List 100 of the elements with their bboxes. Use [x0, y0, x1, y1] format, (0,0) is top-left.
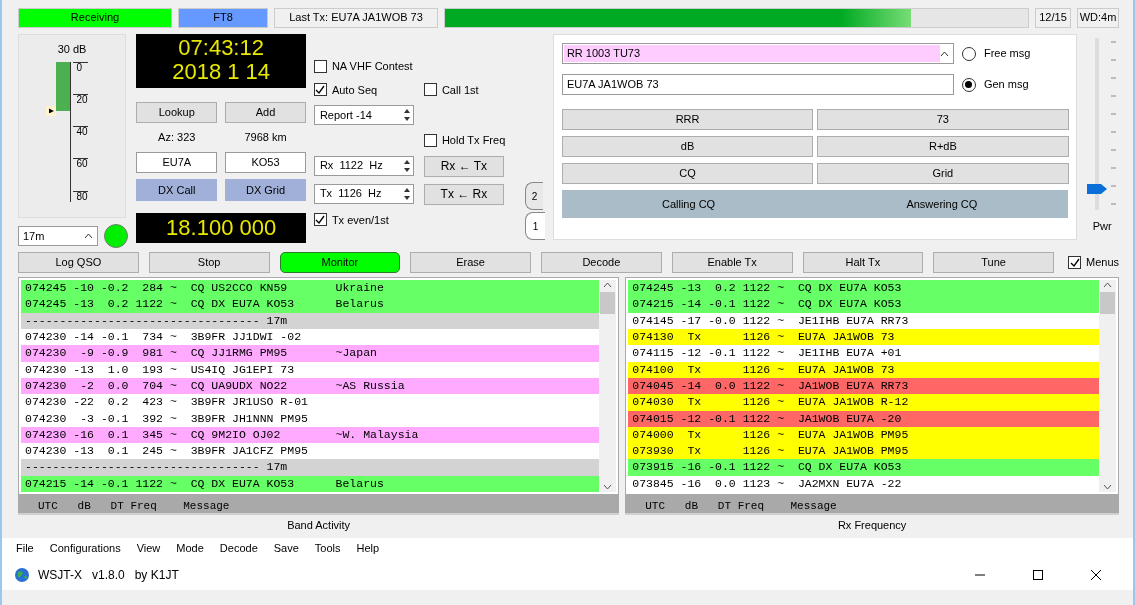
- menu-item[interactable]: Tools: [314, 540, 341, 557]
- tx-even-checkbox[interactable]: [313, 213, 327, 227]
- period-status: 12/15: [1035, 8, 1071, 28]
- message-button[interactable]: dB: [561, 136, 814, 157]
- action-button[interactable]: Enable Tx: [671, 252, 793, 273]
- last-tx-status: Last Tx: EU7A JA1WOB 73: [274, 8, 438, 28]
- report-spinbox[interactable]: Report -14: [313, 105, 414, 125]
- receiving-status: Receiving: [18, 8, 172, 28]
- mode-status: FT8: [178, 8, 268, 28]
- answering-cq-tab[interactable]: Answering CQ: [815, 195, 1069, 213]
- scrollbar-thumb[interactable]: [1100, 292, 1115, 314]
- free-msg-radio[interactable]: [961, 46, 976, 61]
- message-tab[interactable]: 1: [524, 212, 545, 240]
- close-icon[interactable]: [1090, 568, 1102, 581]
- meter-scale-label: 40: [73, 126, 88, 137]
- frequency-display: 18.100 000: [136, 212, 306, 243]
- menu-item[interactable]: Help: [356, 540, 380, 557]
- tx-even-checkbox-label: Tx even/1st: [331, 212, 389, 228]
- lookup-button[interactable]: Lookup: [136, 102, 218, 123]
- menus-checkbox-label: Menus: [1086, 255, 1120, 271]
- menu-item[interactable]: View: [136, 540, 161, 557]
- message-button[interactable]: R+dB: [817, 136, 1069, 157]
- action-button[interactable]: Decode: [541, 252, 662, 273]
- watchdog-status: WD:4m: [1077, 8, 1119, 28]
- globe-icon: [14, 566, 30, 583]
- decode-row[interactable]: 074230 -9 -0.9 981 ~ CQ JJ1RMG PM95 ~Japan: [21, 345, 600, 362]
- meter-scale-label: 0: [73, 61, 88, 73]
- add-button[interactable]: Add: [225, 102, 306, 123]
- free-msg-label: Free msg: [983, 46, 1031, 62]
- message-tab[interactable]: 2: [524, 182, 543, 210]
- decode-row[interactable]: 074245 -13 0.2 1122 ~ CQ DX EU7A KO53: [628, 280, 1099, 297]
- meter-scale-label: 20: [73, 93, 88, 105]
- decode-row[interactable]: 073930 Tx 1126 ~ EU7A JA1WOB PM95: [628, 443, 1099, 460]
- scrollbar[interactable]: [599, 280, 617, 492]
- free-msg-combo[interactable]: RR 1003 TU73: [561, 43, 954, 64]
- meter-label: 30 dB: [57, 42, 87, 57]
- message-button[interactable]: CQ: [561, 163, 814, 184]
- scroll-down-icon[interactable]: [1103, 484, 1112, 490]
- tx-from-rx-button[interactable]: Tx ← Rx: [423, 183, 504, 205]
- dx-call-field[interactable]: EU7A: [136, 151, 218, 173]
- call-first-checkbox-label: Call 1st: [441, 82, 479, 98]
- scrollbar-thumb[interactable]: [600, 292, 616, 314]
- na-vhf-contest-checkbox-label: NA VHF Contest: [331, 59, 413, 74]
- dx-grid-label: DX Grid: [225, 178, 306, 201]
- band-select[interactable]: 17m: [18, 226, 98, 246]
- distance-text: 7968 km: [243, 130, 288, 145]
- rx-from-tx-button[interactable]: Rx ← Tx: [423, 155, 504, 177]
- menu-item[interactable]: Save: [273, 540, 299, 557]
- scrollbar[interactable]: [1099, 280, 1116, 492]
- tx-frequency-spinbox[interactable]: Tx 1126 Hz: [313, 183, 414, 204]
- auto-seq-checkbox-label: Auto Seq: [331, 82, 378, 98]
- rx-frequency-spinbox[interactable]: Rx 1122 Hz: [313, 155, 414, 176]
- menu-item[interactable]: Configurations: [49, 540, 121, 557]
- decode-row[interactable]: 074215 -14 -0.1 1122 ~ CQ DX EU7A KO53: [628, 296, 1099, 313]
- column-header: UTC dB DT Freq Message: [625, 495, 1119, 515]
- hold-tx-freq-checkbox[interactable]: [423, 133, 437, 147]
- action-button[interactable]: Halt Tx: [802, 252, 924, 273]
- auto-seq-checkbox[interactable]: [313, 83, 327, 97]
- action-button[interactable]: Erase: [410, 252, 531, 273]
- scroll-up-icon[interactable]: [603, 282, 613, 288]
- decode-row[interactable]: 074245 -10 -0.2 284 ~ CQ US2CCO KN59 Ukraine: [21, 280, 600, 297]
- decode-row[interactable]: 074030 Tx 1126 ~ EU7A JA1WOB R-12: [628, 394, 1099, 411]
- date-text: 2018 1 14: [172, 60, 271, 84]
- message-button[interactable]: 73: [817, 109, 1069, 130]
- action-button[interactable]: Tune: [933, 252, 1054, 273]
- message-button[interactable]: RRR: [561, 109, 814, 130]
- menu-item[interactable]: File: [16, 540, 34, 557]
- status-indicator: [104, 224, 128, 248]
- call-first-checkbox[interactable]: [423, 83, 437, 97]
- meter-scale-label: 80: [73, 190, 88, 202]
- decode-row[interactable]: 073915 -16 -0.1 1122 ~ CQ DX EU7A KO53: [628, 459, 1099, 476]
- menus-checkbox[interactable]: [1068, 256, 1081, 269]
- spinner-arrows-icon: [402, 186, 411, 201]
- scroll-down-icon[interactable]: [603, 484, 613, 490]
- menu-item[interactable]: Mode: [176, 540, 204, 557]
- time-text: 07:43:12: [178, 36, 264, 60]
- maximize-icon[interactable]: [1032, 568, 1044, 581]
- azimuth-text: Az: 323: [157, 130, 197, 145]
- slider-thumb[interactable]: [1087, 183, 1108, 194]
- gen-msg-radio[interactable]: [961, 77, 976, 92]
- na-vhf-contest-checkbox[interactable]: [313, 59, 327, 73]
- menu-item[interactable]: Decode: [219, 540, 258, 557]
- power-slider[interactable]: [1087, 38, 1108, 210]
- window-title: WSJT-X v1.8.0 by K1JT: [38, 566, 179, 584]
- action-button[interactable]: Stop: [148, 252, 270, 273]
- spinner-arrows-icon: [402, 158, 411, 173]
- dropdown-caret-icon: [84, 233, 93, 239]
- decode-row[interactable]: 074245 -13 0.2 1122 ~ CQ DX EU7A KO53 Belarus: [21, 296, 600, 313]
- action-button[interactable]: Monitor: [279, 252, 401, 273]
- gen-msg-field[interactable]: EU7A JA1WOB 73: [561, 74, 954, 95]
- message-button[interactable]: Grid: [817, 163, 1069, 184]
- scroll-up-icon[interactable]: [1103, 282, 1112, 288]
- pane-title: Rx Frequency: [836, 518, 908, 533]
- spinner-arrows-icon: [402, 108, 411, 122]
- action-button[interactable]: Log QSO: [18, 252, 139, 273]
- dx-grid-field[interactable]: KO53: [225, 151, 306, 173]
- decode-row[interactable]: ---------------------------------- 17m: [21, 459, 600, 476]
- calling-cq-tab[interactable]: Calling CQ: [561, 195, 816, 213]
- meter-scale-label: 60: [73, 158, 88, 170]
- dx-call-label: DX Call: [136, 178, 218, 201]
